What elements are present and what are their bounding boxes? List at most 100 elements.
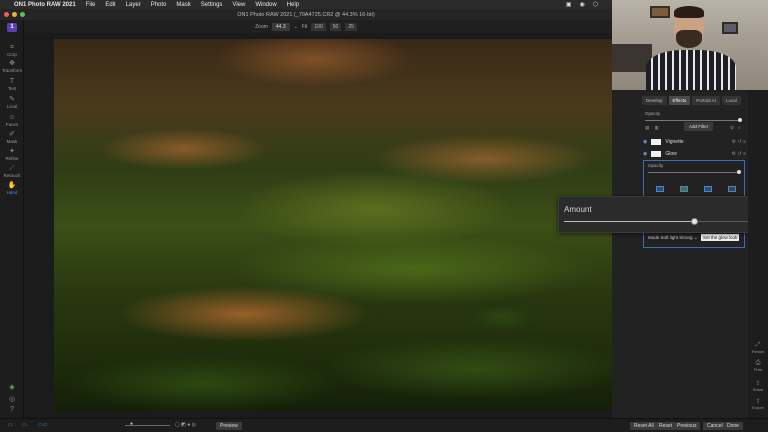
tool-view[interactable]: ◎: [0, 396, 24, 404]
filter-options-icon[interactable]: ⚙ ↺ ≡: [732, 139, 746, 145]
zoom-input[interactable]: 44.3: [271, 22, 290, 31]
text-icon: T: [9, 78, 15, 85]
reset-all-button[interactable]: Reset All: [630, 422, 658, 430]
menu-icon[interactable]: ≡: [738, 125, 741, 130]
refine-icon: ✦: [9, 148, 15, 155]
local-brush-icon: ✎: [9, 96, 15, 103]
filmstrip-icon[interactable]: ▭▭: [38, 422, 47, 428]
tool-transform[interactable]: ✥ Transform: [0, 60, 24, 73]
filter-options-icon[interactable]: ⚙ ↺ ≡: [732, 151, 746, 157]
view-mode-icon[interactable]: ▢ ◩ ● ◎: [175, 422, 196, 428]
opacity-slider[interactable]: [645, 120, 741, 121]
layer-icon[interactable]: ▦: [645, 125, 649, 131]
glow-preset[interactable]: [728, 186, 736, 192]
bottom-toolbar: ▭ ▭ ▭▭ ● ▢ ◩ ● ◎ Preview Reset All Reset…: [0, 418, 768, 432]
photo-canvas[interactable]: [54, 39, 612, 411]
tray-icon[interactable]: ⬡: [593, 1, 598, 8]
share-icon: ⇪: [755, 381, 761, 387]
glow-preset[interactable]: [656, 186, 664, 192]
zoom-preset-25[interactable]: 25: [345, 22, 357, 31]
tool-resize[interactable]: ⤢ Resize: [748, 342, 768, 354]
presenter-shirt: [646, 50, 736, 90]
filter-thumbnail: [651, 139, 662, 145]
add-filter-button[interactable]: Add Filter: [684, 122, 714, 131]
panel-toggle-icon[interactable]: ▭: [8, 422, 13, 428]
export-icon: ⇧: [755, 399, 761, 405]
menu-window[interactable]: Window: [255, 2, 276, 8]
menu-help[interactable]: Help: [287, 2, 299, 8]
tool-mask[interactable]: ✐ Mask: [0, 131, 24, 144]
menu-mask[interactable]: Mask: [176, 2, 190, 8]
zoom-step-icon[interactable]: ⌄: [294, 24, 298, 30]
mask-icon: ✐: [9, 131, 15, 138]
compare-icon[interactable]: ▭: [22, 422, 27, 428]
tool-label: Export: [752, 405, 764, 410]
fit-label[interactable]: Fit: [302, 24, 308, 30]
tab-develop[interactable]: Develop: [642, 96, 667, 105]
menu-view[interactable]: View: [232, 2, 245, 8]
tool-hand[interactable]: ✋ Hand: [0, 182, 24, 195]
menu-layer[interactable]: Layer: [126, 2, 141, 8]
preview-button[interactable]: Preview: [216, 422, 242, 430]
tool-retouch[interactable]: ⟋ Retouch: [0, 165, 24, 178]
tray-icon[interactable]: ▣: [566, 1, 572, 8]
window-title: ON1 Photo RAW 2021 (_70A4725.CR2 @ 44.3%…: [237, 11, 375, 18]
tool-print[interactable]: ⎙ Print: [748, 360, 768, 372]
close-window-button[interactable]: [4, 12, 9, 17]
tool-text[interactable]: T Text: [0, 78, 24, 91]
zoom-label: Zoom: [255, 23, 268, 30]
glow-preset[interactable]: [680, 186, 688, 192]
help-icon: ?: [10, 406, 14, 413]
wall-frame: [650, 6, 670, 18]
tool-faces[interactable]: ☺ Faces: [0, 114, 24, 127]
zoom-window-button[interactable]: [20, 12, 25, 17]
tool-label: Refine: [5, 156, 19, 161]
mode-value: Soft light Strong: [660, 235, 693, 240]
done-button[interactable]: Done: [723, 422, 743, 430]
menu-file[interactable]: File: [86, 2, 96, 8]
menu-edit[interactable]: Edit: [105, 2, 115, 8]
tab-portrait-ai[interactable]: Portrait AI: [692, 96, 720, 105]
opacity-slider-knob[interactable]: [738, 118, 742, 122]
amount-slider-popup[interactable]: Amount 67: [558, 196, 765, 233]
tool-share[interactable]: ⇪ Share: [748, 380, 768, 392]
app-menu[interactable]: ON1 Photo RAW 2021: [14, 2, 76, 8]
slider-knob[interactable]: ●: [130, 421, 133, 427]
tab-effects[interactable]: Effects: [668, 96, 691, 105]
module-tabs: Develop Effects Portrait AI Local: [642, 96, 741, 105]
zoom-preset-50[interactable]: 50: [329, 22, 342, 31]
hand-icon: ✋: [7, 182, 17, 189]
tray-icon[interactable]: ◉: [580, 1, 585, 8]
menu-photo[interactable]: Photo: [151, 2, 167, 8]
tool-label: Retouch: [3, 173, 21, 178]
filter-glow[interactable]: ◉ Glow ⚙ ↺ ≡: [643, 149, 746, 159]
menu-settings[interactable]: Settings: [201, 2, 223, 8]
visibility-eye-icon[interactable]: ◉: [643, 151, 647, 157]
mask-icon[interactable]: ◧: [655, 125, 659, 131]
eye-icon: ◎: [8, 396, 16, 403]
tool-navigator[interactable]: ◈: [0, 384, 24, 392]
filter-vignette[interactable]: ◉ Vignette ⚙ ↺ ≡: [643, 137, 746, 147]
print-icon: ⎙: [755, 360, 761, 366]
window-title-bar: ON1 Photo RAW 2021 (_70A4725.CR2 @ 44.3%…: [0, 9, 612, 20]
visibility-eye-icon[interactable]: ◉: [643, 139, 647, 145]
glow-opacity-slider[interactable]: [648, 172, 741, 173]
previous-button[interactable]: Previous: [673, 422, 701, 430]
presenter-hair: [674, 6, 704, 18]
glow-preset[interactable]: [704, 186, 712, 192]
tool-crop[interactable]: ⌗ Crop: [0, 44, 24, 57]
tool-label: Share: [752, 387, 764, 392]
settings-icon[interactable]: ⚙: [730, 125, 734, 131]
glow-opacity-knob[interactable]: [737, 170, 741, 174]
mode-select[interactable]: Mode Soft light Strong ⌄: [648, 235, 698, 241]
amount-knob[interactable]: [690, 218, 698, 225]
tool-label: Print: [753, 367, 763, 372]
tool-help[interactable]: ?: [0, 406, 24, 414]
tool-export[interactable]: ⇧ Export: [748, 398, 768, 410]
zoom-preset-100[interactable]: 100: [311, 22, 326, 31]
tab-local[interactable]: Local: [721, 96, 741, 105]
tool-local[interactable]: ✎ Local: [0, 96, 24, 109]
glow-presets: [656, 186, 736, 192]
tool-refine[interactable]: ✦ Refine: [0, 148, 24, 161]
minimize-window-button[interactable]: [12, 12, 17, 17]
